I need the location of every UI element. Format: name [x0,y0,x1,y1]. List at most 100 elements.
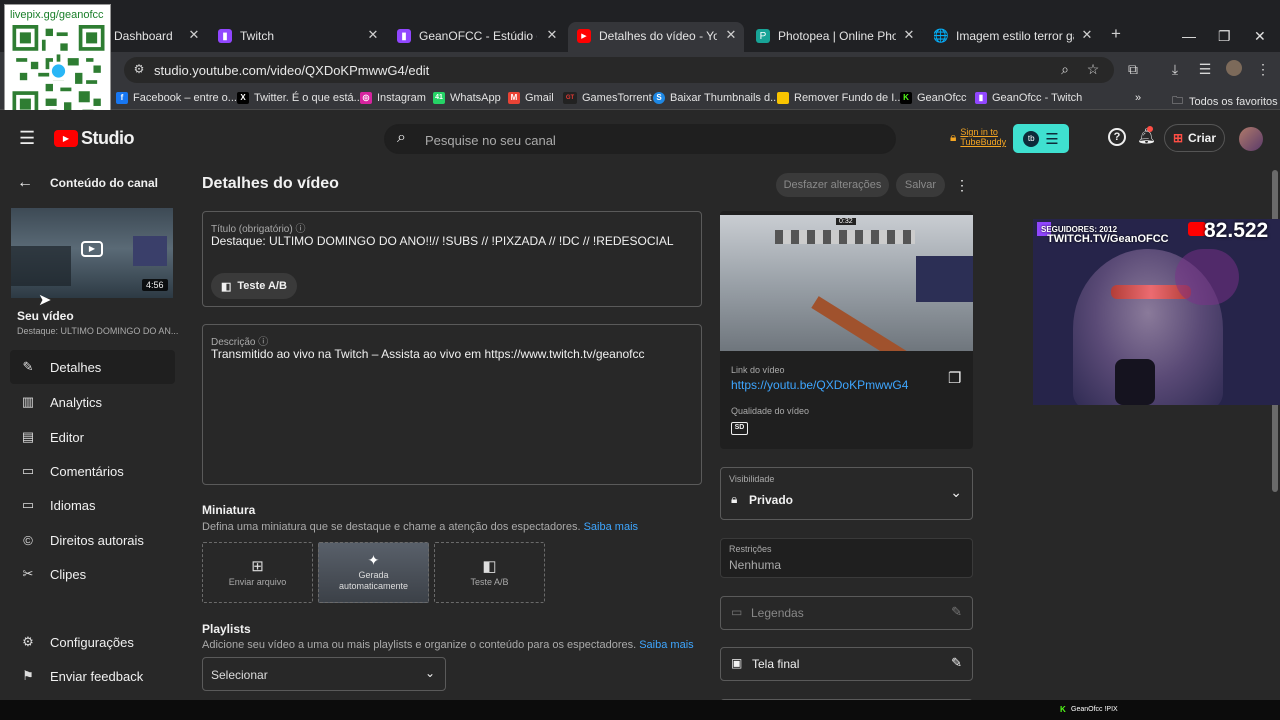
close-icon[interactable]: ✕ [366,27,380,43]
extensions-icon[interactable]: ⧉ [1124,61,1142,78]
nav-configuracoes[interactable]: ⚙ Configurações [10,625,175,659]
video-link[interactable]: https://youtu.be/QXDoKPmwwG4 [731,378,908,392]
description-field[interactable]: Descrição ⓘ Transmitido ao vivo na Twitc… [202,324,702,485]
nav-comentarios[interactable]: ▭ Comentários [10,454,175,488]
nav-enviar-feedback[interactable]: ⚑ Enviar feedback [10,659,175,693]
nav-analytics[interactable]: ▥ Analytics [10,385,175,419]
hamburger-menu-icon[interactable]: ☰ [19,128,35,149]
download-icon[interactable]: ⤓ [1166,61,1184,78]
bookmark-geanofcc[interactable]: K GeanOfcc [900,92,967,104]
thumbnail-sub-text: Defina uma miniatura que se destaque e c… [202,521,581,533]
menu-kebab-icon[interactable]: ⋮ [1254,61,1272,78]
all-bookmarks[interactable]: 🗀 Todos os favoritos [1172,92,1278,111]
account-avatar[interactable] [1239,127,1263,151]
pencil-icon: ✎ [951,655,962,670]
window-close-icon[interactable]: ✕ [1254,28,1266,45]
bookmark-facebook[interactable]: f Facebook – entre o... [116,92,237,104]
address-bar[interactable]: ⚙ studio.youtube.com/video/QXDoKPmwwG4/e… [124,57,1114,83]
site-info-icon[interactable]: ⚙ [130,62,148,76]
end-screen-icon: ▣ [731,656,743,670]
analytics-icon: ▥ [21,394,35,409]
profile-avatar[interactable] [1225,60,1243,79]
game-hotbar [775,230,915,244]
bookmark-gamestorrent[interactable]: GT GamesTorrent [563,92,652,104]
minimize-icon[interactable]: — [1182,28,1196,44]
tubebuddy-label: Sign in to TubeBuddy [960,127,1007,147]
bookmark-whatsapp[interactable]: 41 WhatsApp [433,92,501,104]
studio-logo[interactable]: ▶ Studio [54,128,135,149]
bookmark-remover-fundo[interactable]: Remover Fundo de I... [777,92,903,104]
star-icon[interactable]: ☆ [1084,61,1102,78]
ab-test-button[interactable]: ◧ Teste A/B [211,273,297,299]
close-icon[interactable]: ✕ [187,27,201,43]
chevron-down-icon: ⌄ [950,484,962,500]
more-options-icon[interactable]: ⋮ [955,177,969,194]
bookmark-twitter[interactable]: X Twitter. É o que está... [237,92,363,104]
playlists-description: Adicione seu vídeo a uma ou mais playlis… [202,639,694,651]
nav-clipes[interactable]: ✂ Clipes [10,557,175,591]
playlist-select[interactable]: Selecionar ⌄ [202,657,446,691]
tubebuddy-signin[interactable]: 🔒︎ Sign in to TubeBuddy [950,127,1010,147]
nav-label: Idiomas [50,497,96,513]
thumbnail-ab-test-button[interactable]: ◧ Teste A/B [434,542,545,603]
back-to-channel-content[interactable]: ← Conteúdo do canal [17,174,158,192]
create-button[interactable]: ⊞ Criar [1164,124,1225,152]
bookmark-thumbnails[interactable]: S Baixar Thumbnails d... [653,92,779,104]
thumbnail-ab-label: Teste A/B [470,577,509,587]
close-icon[interactable]: ✕ [545,27,559,43]
tab-dashboard[interactable]: Dashboard [114,23,194,49]
logo-text: Studio [81,128,135,148]
bookmark-label: GeanOfcc [917,92,967,104]
restrictions-field[interactable]: Restrições Nenhuma [720,538,973,578]
x-icon: X [237,92,249,104]
video-preview-player[interactable]: 0:32 [720,215,973,351]
zoom-icon[interactable]: ⌕ [1056,61,1074,78]
twitch-icon: ▮ [975,92,987,104]
close-icon[interactable]: ✕ [1080,27,1094,43]
tubebuddy-menu-button[interactable]: tb ☰ [1013,124,1069,153]
more-bookmarks-icon[interactable]: » [1135,92,1141,104]
restore-icon[interactable]: ❐ [1218,28,1231,45]
notifications-icon[interactable]: 🔔︎ [1137,126,1156,145]
nav-editor[interactable]: ▤ Editor [10,420,175,454]
tab-youtube-studio[interactable]: ▶ Detalhes do vídeo - YouTube [577,23,717,49]
auto-generated-thumbnail[interactable]: ✦ Gerada automaticamente [318,542,429,603]
microphone [1115,359,1155,405]
learn-more-link[interactable]: Saiba mais [639,639,693,651]
new-tab-icon[interactable]: + [1109,24,1123,44]
back-arrow-icon: ← [17,174,33,191]
end-screen-row[interactable]: ▣ Tela final ✎ [720,647,973,681]
bookmark-instagram[interactable]: ◎ Instagram [360,92,426,104]
youtube-logo-icon: ▶ [54,130,78,147]
nav-detalhes[interactable]: ✎ Detalhes [10,350,175,384]
undo-changes-button[interactable]: Desfazer alterações [776,173,889,197]
bookmark-geanofcc-twitch[interactable]: ▮ GeanOfcc - Twitch [975,92,1082,104]
bookmark-gmail[interactable]: M Gmail [508,92,554,104]
close-icon[interactable]: ✕ [902,27,916,43]
nav-idiomas[interactable]: ▭ Idiomas [10,488,175,522]
visibility-select[interactable]: Visibilidade 🔒︎ Privado ⌄ [720,467,973,520]
upload-label: Enviar arquivo [228,577,287,587]
channel-search[interactable]: ⌕ Pesquise no seu canal [384,124,896,154]
title-field[interactable]: Título (obrigatório) ⓘ Destaque: ULTIMO … [202,211,702,307]
tab-imagem-terror[interactable]: 🌐 Imagem estilo terror gamer [934,23,1074,49]
subtitles-row[interactable]: ▭ Legendas ✎ [720,596,973,630]
copy-icon[interactable]: ❐ [948,369,961,387]
tab-twitch-studio[interactable]: ▮ GeanOFCC - Estúdio de Víde [397,23,537,49]
close-icon[interactable]: ✕ [724,27,738,43]
chevron-down-icon: ⌄ [424,666,435,680]
help-icon[interactable]: ? [1108,128,1126,146]
bookmark-label: WhatsApp [450,92,501,104]
tab-twitch[interactable]: ▮ Twitch [218,23,358,49]
playlists-heading: Playlists [202,622,251,636]
media-icon[interactable]: ☰ [1196,61,1214,78]
nav-direitos-autorais[interactable]: © Direitos autorais [10,523,175,557]
learn-more-link[interactable]: Saiba mais [584,521,638,533]
ab-test-icon: ◧ [221,280,232,293]
upload-thumbnail-button[interactable]: ⊞ Enviar arquivo [202,542,313,603]
bookmark-label: GeanOfcc - Twitch [992,92,1083,104]
save-button[interactable]: Salvar [896,173,945,197]
tab-photopea[interactable]: P Photopea | Online Photo Edi [756,23,896,49]
bookmark-label: Gmail [525,92,554,104]
video-thumbnail[interactable]: ▶ 4:56 [11,208,173,298]
